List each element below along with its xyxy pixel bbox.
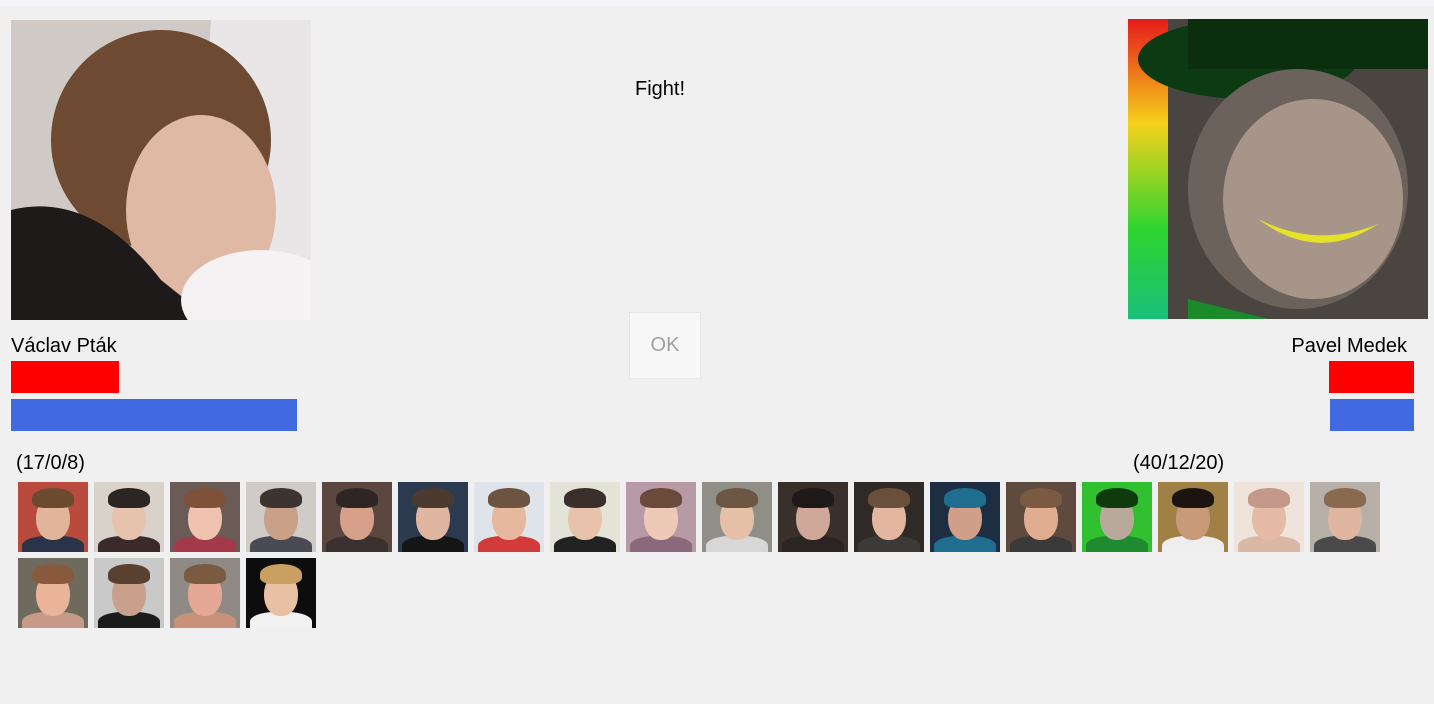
roster-fighter-thumbnail[interactable]: [1310, 482, 1380, 552]
thumbnail-hair: [184, 564, 226, 584]
thumbnail-hair: [1248, 488, 1290, 508]
roster-fighter-thumbnail[interactable]: [854, 482, 924, 552]
thumbnail-hair: [640, 488, 682, 508]
thumbnail-hair: [32, 564, 74, 584]
thumbnail-hair: [488, 488, 530, 508]
thumbnail-hair: [336, 488, 378, 508]
thumbnail-hair: [412, 488, 454, 508]
roster-fighter-thumbnail[interactable]: [94, 482, 164, 552]
roster-fighter-thumbnail[interactable]: [246, 482, 316, 552]
roster-fighter-thumbnail[interactable]: [1006, 482, 1076, 552]
player2-mana-bar: [1330, 399, 1414, 431]
player2-health-bar: [1329, 361, 1414, 393]
player2-portrait: [1128, 19, 1428, 319]
roster-fighter-thumbnail[interactable]: [18, 482, 88, 552]
roster-fighter-thumbnail[interactable]: [170, 558, 240, 628]
thumbnail-hair: [260, 488, 302, 508]
player1-health-bar: [11, 361, 119, 393]
roster-fighter-thumbnail[interactable]: [1234, 482, 1304, 552]
battle-status-text: Fight!: [634, 78, 686, 100]
thumbnail-hair: [1172, 488, 1214, 508]
roster-fighter-thumbnail[interactable]: [626, 482, 696, 552]
roster-fighter-thumbnail[interactable]: [930, 482, 1000, 552]
top-strip: [0, 0, 1434, 6]
thumbnail-hair: [1096, 488, 1138, 508]
roster-fighter-thumbnail[interactable]: [550, 482, 620, 552]
thumbnail-hair: [944, 488, 986, 508]
thumbnail-hair: [1324, 488, 1366, 508]
roster-fighter-thumbnail[interactable]: [322, 482, 392, 552]
roster-fighter-thumbnail[interactable]: [1158, 482, 1228, 552]
roster-fighter-thumbnail[interactable]: [778, 482, 848, 552]
thumbnail-hair: [184, 488, 226, 508]
player2-name: Pavel Medek: [1291, 335, 1407, 357]
ok-button[interactable]: OK: [629, 312, 701, 379]
roster-fighter-thumbnail[interactable]: [398, 482, 468, 552]
thumbnail-hair: [1020, 488, 1062, 508]
thumbnail-hair: [868, 488, 910, 508]
thumbnail-hair: [108, 488, 150, 508]
roster-fighter-thumbnail[interactable]: [1082, 482, 1152, 552]
player1-mana-bar: [11, 399, 297, 431]
thumbnail-hair: [564, 488, 606, 508]
thumbnail-hair: [108, 564, 150, 584]
roster-fighter-thumbnail[interactable]: [18, 558, 88, 628]
thumbnail-hair: [260, 564, 302, 584]
roster-fighter-thumbnail[interactable]: [702, 482, 772, 552]
player1-portrait: [11, 20, 311, 320]
roster-fighter-thumbnail[interactable]: [474, 482, 544, 552]
thumbnail-hair: [32, 488, 74, 508]
player2-score: (40/12/20): [1133, 452, 1225, 474]
player1-name: Václav Pták: [11, 335, 117, 357]
roster-fighter-thumbnail[interactable]: [94, 558, 164, 628]
roster-fighter-thumbnail[interactable]: [170, 482, 240, 552]
player1-score: (17/0/8): [16, 452, 85, 474]
thumbnail-hair: [716, 488, 758, 508]
thumbnail-hair: [792, 488, 834, 508]
roster-fighter-thumbnail[interactable]: [246, 558, 316, 628]
